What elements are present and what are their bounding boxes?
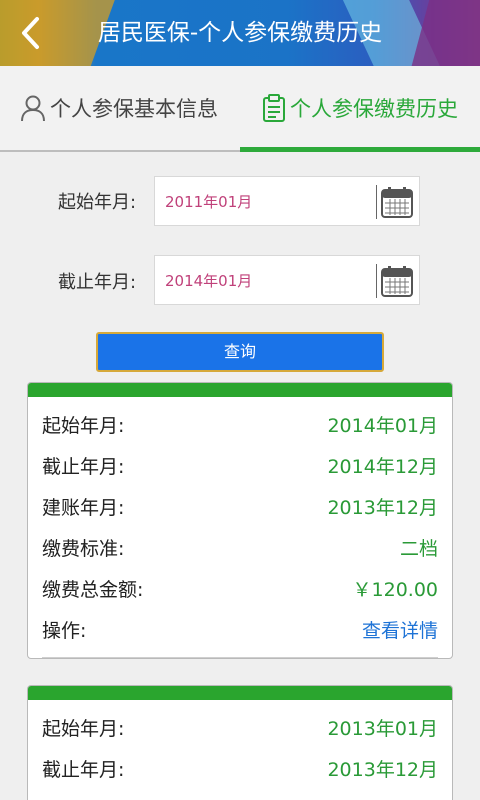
end-date-label: 截止年月: xyxy=(58,272,137,293)
person-icon xyxy=(20,94,46,122)
chevron-left-icon xyxy=(22,17,39,49)
record-row-amount: 缴费总金额: ￥120.00 xyxy=(28,567,452,608)
tab-basic-info-label: 个人参保基本信息 xyxy=(50,97,218,121)
row-value: ￥120.00 xyxy=(352,579,438,601)
calendar-icon[interactable] xyxy=(381,186,413,222)
row-value: 2013年01月 xyxy=(327,718,438,740)
row-value: 二档 xyxy=(399,538,438,560)
record-row-account: 建账年月: 2013年12月 xyxy=(28,485,452,526)
row-value: 2013年12月 xyxy=(327,759,438,781)
page-title: 居民医保-个人参保缴费历史 xyxy=(97,20,383,46)
row-label: 操作: xyxy=(42,620,87,642)
tab-payment-history-label: 个人参保缴费历史 xyxy=(290,97,458,121)
tab-bar: 个人参保基本信息 个人参保缴费历史 xyxy=(0,66,480,152)
row-label: 缴费标准: xyxy=(42,538,125,560)
row-label: 起始年月: xyxy=(42,718,125,740)
start-date-field[interactable]: 2011年01月 xyxy=(154,176,420,226)
title-bar: 居民医保-个人参保缴费历史 xyxy=(0,0,480,66)
record-row-end: 截止年月: 2013年12月 xyxy=(28,747,452,788)
record-row-start: 起始年月: 2013年01月 xyxy=(28,706,452,747)
calendar-icon[interactable] xyxy=(381,265,413,301)
clipboard-icon xyxy=(262,94,286,122)
back-button[interactable] xyxy=(10,12,50,54)
row-label: 建账年月: xyxy=(42,796,124,800)
view-details-link[interactable]: 查看详情 xyxy=(362,616,438,643)
row-label: 起始年月: xyxy=(42,415,125,437)
active-tab-indicator xyxy=(240,147,480,152)
record-row-start: 起始年月: 2014年01月 xyxy=(28,403,452,444)
card-header-bar xyxy=(28,383,452,397)
row-value: 2014年01月 xyxy=(327,415,438,437)
row-label: 缴费总金额: xyxy=(42,579,144,601)
row-label: 建账年月: xyxy=(42,497,125,519)
payment-record-card: 起始年月: 2014年01月 截止年月: 2014年12月 建账年月: 2013… xyxy=(27,382,453,659)
row-value: 2013年12月 xyxy=(327,497,438,519)
app-screen: 居民医保-个人参保缴费历史 个人参保基本信息 个人参保缴费历史 起始年月: 20… xyxy=(0,0,480,800)
record-row-standard: 缴费标准: 二档 xyxy=(28,526,452,567)
end-date-value: 2014年01月 xyxy=(165,272,253,290)
query-button[interactable]: 查询 xyxy=(96,332,384,372)
record-row-account: 建账年月: xyxy=(28,788,452,800)
record-row-end: 截止年月: 2014年12月 xyxy=(28,444,452,485)
record-row-action: 操作: 查看详情 xyxy=(28,608,452,649)
tab-basic-info[interactable]: 个人参保基本信息 xyxy=(20,66,218,150)
end-date-field[interactable]: 2014年01月 xyxy=(154,255,420,305)
payment-record-card: 起始年月: 2013年01月 截止年月: 2013年12月 建账年月: xyxy=(27,685,453,800)
row-value: 2014年12月 xyxy=(327,456,438,478)
tab-payment-history[interactable]: 个人参保缴费历史 xyxy=(262,66,458,150)
card-header-bar xyxy=(28,686,452,700)
row-label: 截止年月: xyxy=(42,456,125,478)
start-date-value: 2011年01月 xyxy=(165,193,253,211)
start-date-label: 起始年月: xyxy=(58,192,137,213)
row-label: 截止年月: xyxy=(42,759,125,781)
